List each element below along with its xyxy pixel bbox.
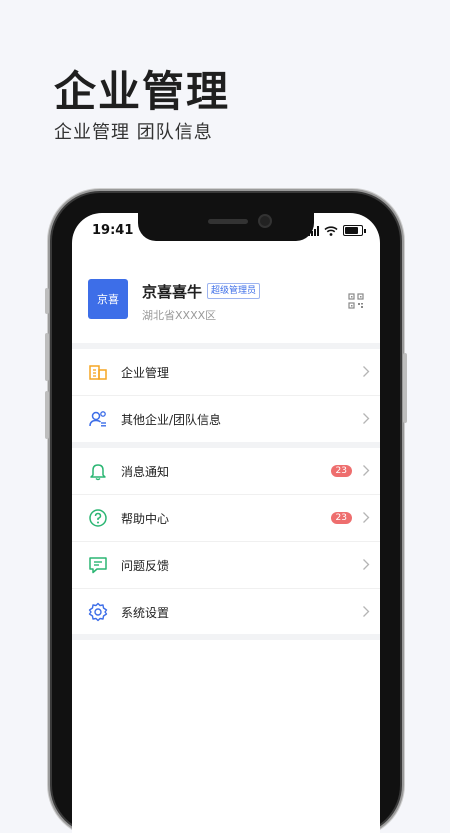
user-name: 京喜喜牛 <box>142 283 203 301</box>
avatar[interactable]: 京喜 <box>88 279 128 319</box>
feedback-icon <box>89 557 107 574</box>
chevron-right-icon <box>363 512 370 523</box>
profile-card[interactable]: 京喜 京喜喜牛 超级管理员 湖北省XXXX区 <box>72 257 380 343</box>
user-location: 湖北省XXXX区 <box>142 309 217 322</box>
qr-code-icon[interactable] <box>348 293 364 309</box>
menu-item-label: 消息通知 <box>121 464 170 479</box>
front-camera <box>260 216 270 226</box>
unread-count-badge: 23 <box>330 465 352 477</box>
bell-icon <box>90 464 106 481</box>
chevron-right-icon <box>363 413 370 424</box>
battery-tip <box>364 228 366 233</box>
hero-subtitle: 企业管理 团队信息 <box>54 122 213 143</box>
wifi-icon <box>324 225 338 236</box>
volume-up-button <box>45 333 49 381</box>
chevron-right-icon <box>363 606 370 617</box>
battery-icon <box>343 225 363 236</box>
role-badge: 超级管理员 <box>207 283 261 299</box>
menu-item-label: 其他企业/团队信息 <box>121 412 222 427</box>
chevron-right-icon <box>363 465 370 476</box>
status-time: 19:41 <box>92 223 134 238</box>
status-icons <box>308 225 366 236</box>
help-icon <box>89 509 107 527</box>
notch <box>138 213 314 241</box>
section-divider <box>72 634 380 640</box>
menu-item-label: 问题反馈 <box>121 558 170 573</box>
power-button <box>403 353 407 423</box>
menu-item-other-teams[interactable]: 其他企业/团队信息 <box>72 396 380 442</box>
menu-item-label: 系统设置 <box>121 605 170 620</box>
menu-item-settings[interactable]: 系统设置 <box>72 589 380 635</box>
unread-count-badge: 23 <box>330 512 352 524</box>
menu-group-enterprise: 企业管理 其他企业/团队信息 <box>72 349 380 442</box>
volume-down-button <box>45 391 49 439</box>
menu-item-notifications[interactable]: 消息通知 23 <box>72 448 380 495</box>
menu-group-general: 消息通知 23 帮助中心 23 问题反馈 系统设置 <box>72 448 380 635</box>
menu-item-help-center[interactable]: 帮助中心 23 <box>72 495 380 542</box>
menu-item-label: 帮助中心 <box>121 511 170 526</box>
hero-title: 企业管理 <box>54 67 231 116</box>
menu-item-feedback[interactable]: 问题反馈 <box>72 542 380 589</box>
gear-icon <box>88 602 108 622</box>
phone-frame: 19:41 京喜 京喜喜牛 超级管理员 湖北省XXXX区 企业管理 其他企业/团… <box>45 193 407 833</box>
chevron-right-icon <box>363 559 370 570</box>
mute-switch <box>45 288 49 314</box>
speaker <box>208 219 248 224</box>
building-icon <box>89 365 107 380</box>
chevron-right-icon <box>363 366 370 377</box>
menu-item-enterprise-management[interactable]: 企业管理 <box>72 349 380 396</box>
menu-item-label: 企业管理 <box>121 365 170 380</box>
phone-screen: 19:41 京喜 京喜喜牛 超级管理员 湖北省XXXX区 企业管理 其他企业/团… <box>72 213 380 833</box>
team-info-icon <box>89 411 106 427</box>
